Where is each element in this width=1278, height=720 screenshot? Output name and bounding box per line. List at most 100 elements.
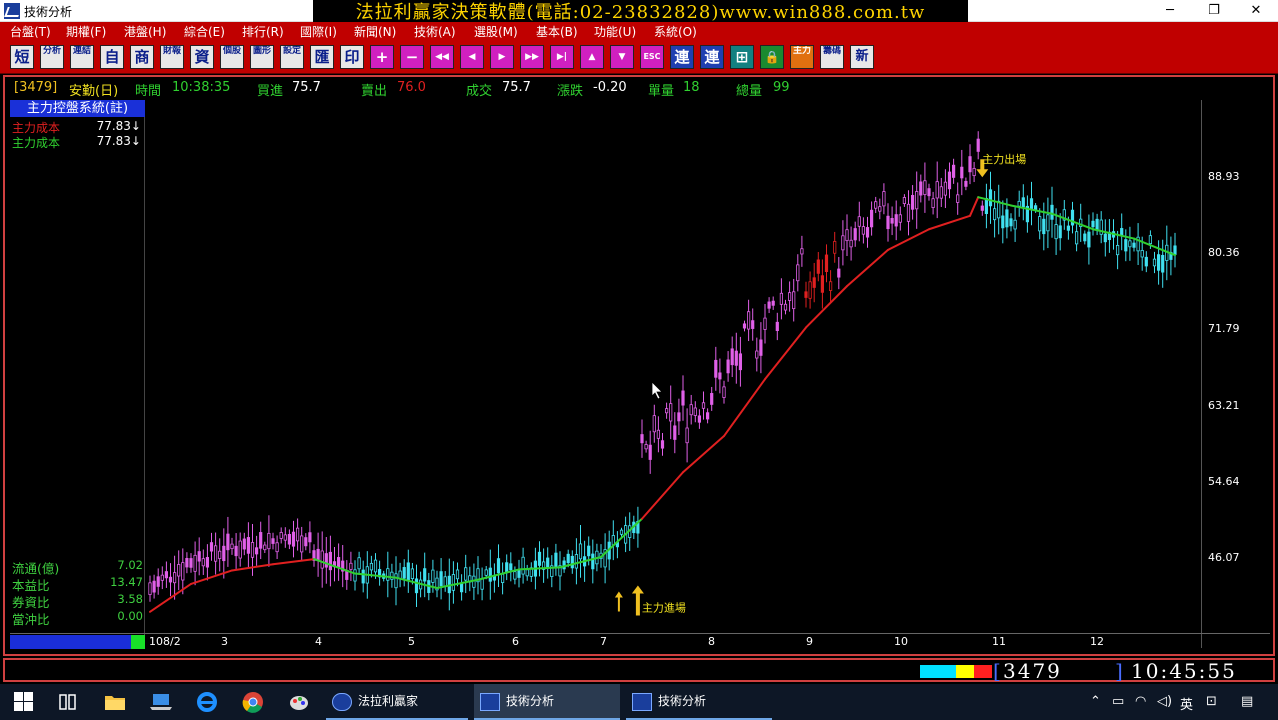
chrome-icon[interactable]: [242, 684, 266, 720]
candle-body: [431, 569, 435, 583]
prev-icon[interactable]: ◀: [460, 45, 484, 69]
candle-body: [304, 537, 308, 547]
start-button[interactable]: [12, 684, 36, 720]
menu-intl[interactable]: 國際(I): [300, 23, 337, 40]
notification-icon[interactable]: ▤: [1241, 694, 1253, 709]
down-icon[interactable]: ▼: [610, 45, 634, 69]
candle-body: [357, 557, 361, 570]
lock-icon[interactable]: 🔒: [760, 45, 784, 69]
close-button[interactable]: ✕: [1234, 0, 1278, 22]
cost-line-segment: [969, 196, 980, 217]
menu-fundamental[interactable]: 基本(B): [536, 23, 578, 40]
ratio-label: 券資比: [12, 595, 50, 610]
candle-body: [1050, 204, 1054, 220]
candle-body: [439, 571, 443, 587]
menu-tw[interactable]: 台盤(T): [10, 23, 51, 40]
candlestick-chart[interactable]: 主力進場 主力出場: [146, 100, 1201, 648]
candle-body: [525, 569, 529, 577]
grid-icon[interactable]: ⊞: [730, 45, 754, 69]
financial-report-button[interactable]: 財報: [160, 45, 184, 69]
main-force-button[interactable]: 主力: [790, 45, 814, 69]
candle-body: [1083, 233, 1087, 242]
cost-line-segment: [272, 558, 315, 566]
candle-body: [714, 359, 718, 378]
fast-forward-icon[interactable]: ▶▶: [520, 45, 544, 69]
menu-ranking[interactable]: 排行(R): [242, 23, 284, 40]
candle-body: [250, 542, 255, 558]
task-view-button[interactable]: [56, 684, 80, 720]
candle-body: [414, 578, 419, 594]
next-icon[interactable]: ▶: [490, 45, 514, 69]
commodity-button[interactable]: 商: [130, 45, 154, 69]
candle-body: [287, 534, 291, 545]
candle-body: [767, 301, 771, 309]
connect-button[interactable]: 連: [670, 45, 694, 69]
change-label: 漲跌: [557, 84, 584, 99]
status-stock-code: 3479: [1003, 659, 1062, 683]
laptop-app-icon[interactable]: [150, 684, 174, 720]
minimize-button[interactable]: ─: [1148, 0, 1192, 22]
internet-explorer-icon[interactable]: [196, 684, 220, 720]
panel-tab[interactable]: [10, 635, 145, 649]
analysis-button[interactable]: 分析: [40, 45, 64, 69]
plus-icon[interactable]: +: [370, 45, 394, 69]
menu-technical[interactable]: 技術(A): [414, 23, 456, 40]
menu-composite[interactable]: 綜合(E): [184, 23, 225, 40]
export-button[interactable]: 匯: [310, 45, 334, 69]
candle-body: [673, 425, 677, 440]
menu-futures[interactable]: 期權(F): [66, 23, 106, 40]
windows-taskbar: 法拉利贏家 技術分析 技術分析 ⌃ ▭ ◠ ◁) 英 ⊡ ▤: [0, 684, 1278, 720]
taskbar-app-ferrari[interactable]: 法拉利贏家: [326, 684, 468, 720]
chips-button[interactable]: 籌碼: [820, 45, 844, 69]
chart-app-icon: [480, 693, 500, 711]
candle-body: [1001, 215, 1005, 229]
input-method-icon[interactable]: ⊡: [1206, 694, 1217, 709]
print-button[interactable]: 印: [340, 45, 364, 69]
candle-body: [484, 569, 488, 576]
stock-button[interactable]: 個股: [220, 45, 244, 69]
candle-body: [1140, 250, 1144, 258]
candle-body: [993, 208, 997, 221]
connect-alt-button[interactable]: 連: [700, 45, 724, 69]
file-explorer-icon[interactable]: [104, 684, 128, 720]
menu-screener[interactable]: 選股(M): [474, 23, 518, 40]
chevron-up-icon[interactable]: ⌃: [1090, 694, 1101, 709]
menu-function[interactable]: 功能(U): [594, 23, 636, 40]
menu-news[interactable]: 新聞(N): [354, 23, 396, 40]
wifi-icon[interactable]: ◠: [1135, 694, 1146, 709]
quote-time: 10:38:35: [172, 80, 231, 95]
status-line: [ 3479 ] 10:45:55: [3, 658, 1275, 682]
y-tick: 63.21: [1208, 399, 1240, 412]
volume-icon[interactable]: ◁): [1157, 694, 1172, 709]
control-system-title[interactable]: 主力控盤系統(註): [10, 100, 145, 117]
battery-icon[interactable]: ▭: [1112, 694, 1124, 709]
rewind-icon[interactable]: ◀◀: [430, 45, 454, 69]
taskbar-app-technical-analysis-2[interactable]: 技術分析: [626, 684, 772, 720]
esc-button[interactable]: ESC: [640, 45, 664, 69]
ratio-label: 流通(億): [12, 561, 60, 576]
maximize-button[interactable]: ❐: [1192, 0, 1236, 22]
settings-button[interactable]: 設定: [280, 45, 304, 69]
end-icon[interactable]: ▶|: [550, 45, 574, 69]
candle-body: [833, 241, 837, 254]
link-button[interactable]: 連結: [70, 45, 94, 69]
menu-system[interactable]: 系統(O): [654, 23, 697, 40]
menu-hk[interactable]: 港盤(H): [124, 23, 166, 40]
graph-button[interactable]: 圖形: [250, 45, 274, 69]
short-term-button[interactable]: 短: [10, 45, 34, 69]
candle-body: [796, 264, 800, 282]
new-button[interactable]: 新: [850, 45, 874, 69]
paint-app-icon[interactable]: [288, 684, 312, 720]
candle-body: [865, 227, 870, 238]
taskbar-app-technical-analysis[interactable]: 技術分析: [474, 684, 620, 720]
candle-body: [681, 390, 685, 406]
ime-indicator[interactable]: 英: [1180, 694, 1193, 713]
float-shares-row: 流通(億) 7.02: [12, 558, 143, 576]
minus-icon[interactable]: −: [400, 45, 424, 69]
info-button[interactable]: 資: [190, 45, 214, 69]
candle-body: [738, 353, 743, 371]
up-icon[interactable]: ▲: [580, 45, 604, 69]
candle-body: [816, 259, 820, 274]
self-select-button[interactable]: 自: [100, 45, 124, 69]
candle-body: [566, 553, 570, 564]
